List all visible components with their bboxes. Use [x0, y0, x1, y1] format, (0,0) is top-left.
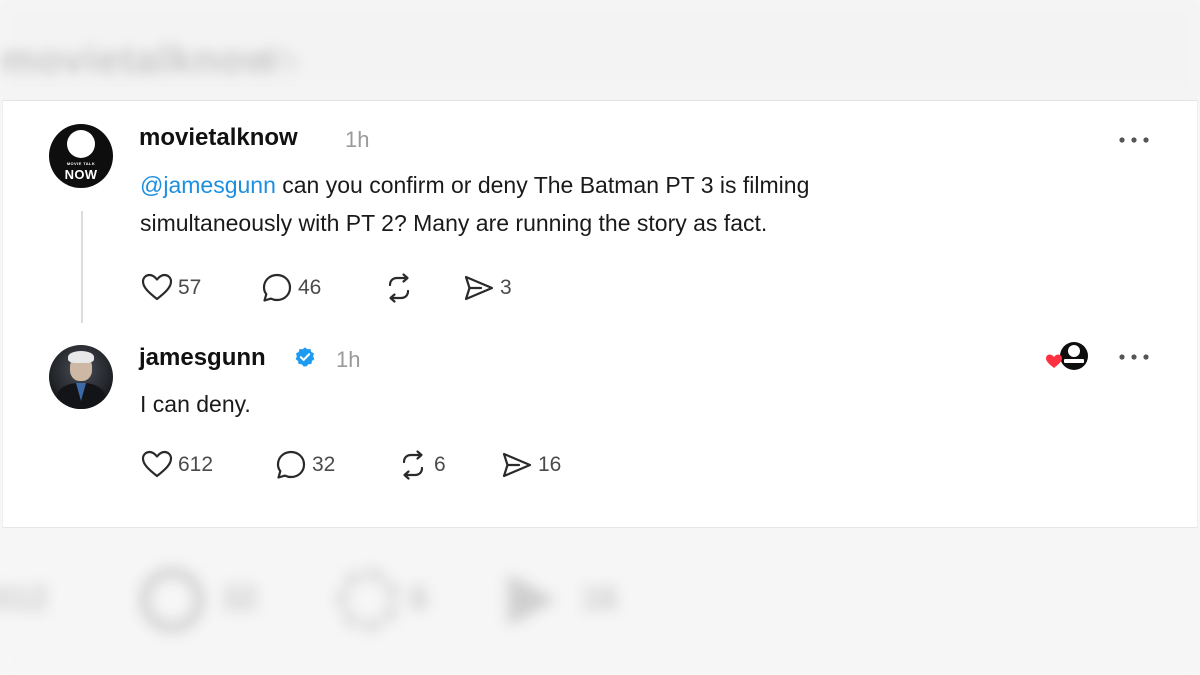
reply-timestamp[interactable]: 1h [336, 347, 360, 373]
blurred-repost-count: 6 [410, 580, 428, 616]
like-button[interactable]: 612 [140, 448, 213, 482]
blurred-like-count: 612 [0, 580, 48, 616]
heart-icon [141, 450, 173, 478]
avatar-logo-subtext: MOVIE TALK [66, 161, 96, 166]
avatar-logo-ball [67, 130, 95, 158]
comment-icon [276, 450, 306, 479]
thread-card: MOVIE TALK NOW movietalknow 1h @jamesgun… [2, 100, 1198, 528]
liked-by-avatar [1060, 342, 1088, 370]
liked-by-avatar-ball [1068, 345, 1080, 357]
blurred-comment-icon [140, 568, 204, 632]
post-text-line-2: simultaneously with PT 2? Many are runni… [140, 210, 768, 236]
comment-icon [262, 273, 292, 302]
avatar-logo-text: NOW [64, 167, 98, 182]
more-horizontal-icon[interactable] [1117, 352, 1151, 362]
blurred-reply-count: 32 [222, 580, 258, 616]
share-count: 3 [500, 276, 512, 299]
repost-icon [402, 450, 424, 480]
heart-filled-icon [1046, 354, 1062, 368]
blurred-repost-icon [338, 570, 398, 630]
avatar-movietalknow[interactable]: MOVIE TALK NOW [49, 124, 113, 188]
reply-body: I can deny. [140, 391, 251, 417]
avatar-jamesgunn[interactable] [49, 345, 113, 409]
mention-link[interactable]: @jamesgunn [140, 172, 276, 198]
repost-button[interactable]: 6 [396, 448, 446, 482]
reply-button[interactable]: 46 [260, 271, 321, 305]
avatar-figure-hair [68, 351, 94, 363]
post-text-line-1: @jamesgunn can you confirm or deny The B… [140, 166, 1040, 204]
reply-button[interactable]: 32 [274, 448, 335, 482]
repost-button[interactable] [382, 271, 420, 305]
more-horizontal-icon[interactable] [1117, 135, 1151, 145]
repost-count: 6 [434, 453, 446, 476]
share-button[interactable]: 3 [462, 271, 512, 305]
thread-connector-line [81, 211, 83, 323]
reply-username[interactable]: jamesgunn [139, 344, 266, 372]
share-count: 16 [538, 453, 562, 476]
reply-count: 32 [312, 453, 336, 476]
post-timestamp[interactable]: 1h [345, 127, 369, 153]
liked-by-author-indicator [1045, 342, 1091, 372]
blurred-action-row: 612 32 6 16 [0, 530, 1200, 675]
blurred-username: movietalknow [0, 38, 277, 82]
screenshot-stage: movietalknow 1h 612 32 6 16 MOVIE TALK N… [0, 0, 1200, 675]
repost-icon [388, 273, 410, 303]
blurred-share-count: 16 [582, 580, 618, 616]
post-username[interactable]: movietalknow [139, 124, 298, 152]
verified-badge-icon [295, 347, 315, 367]
post-body: @jamesgunn can you confirm or deny The B… [140, 166, 1040, 242]
post-text-segment: can you confirm or deny The Batman PT 3 … [275, 172, 810, 198]
share-button[interactable]: 16 [500, 448, 561, 482]
liked-by-avatar-text [1064, 359, 1084, 363]
send-icon [502, 452, 532, 478]
blurred-timestamp: 1h [258, 40, 299, 81]
send-icon [464, 275, 494, 301]
reply-count: 46 [298, 276, 322, 299]
like-count: 57 [178, 276, 202, 299]
like-button[interactable]: 57 [140, 271, 201, 305]
blurred-send-icon [508, 574, 556, 626]
like-count: 612 [178, 453, 214, 476]
blurred-top-header: movietalknow 1h [0, 0, 1200, 100]
heart-icon [141, 273, 173, 301]
